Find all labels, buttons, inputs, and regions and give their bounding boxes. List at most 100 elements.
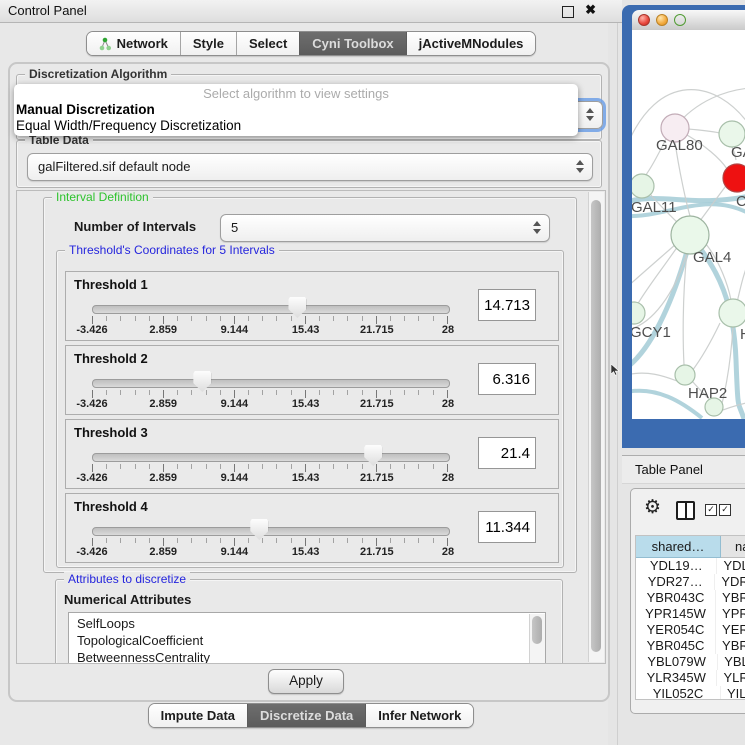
table-row[interactable]: YDR27…YDR2 <box>636 574 745 590</box>
tab-style[interactable]: Style <box>180 32 236 55</box>
dropdown-option-equal-width-frequency-discretization[interactable]: Equal Width/Frequency Discretization <box>16 118 576 134</box>
table-row[interactable]: YBR045CYBR0 <box>636 638 745 654</box>
slider-track[interactable] <box>92 527 450 536</box>
dropdown-option-manual-discretization[interactable]: Manual Discretization <box>16 102 576 118</box>
tick-label: 28 <box>442 546 454 558</box>
network-node-gal11[interactable] <box>632 174 654 198</box>
threshold-panel-3: Threshold 3-3.4262.8599.14415.4321.71528 <box>65 419 559 489</box>
checkbox-icon[interactable]: ✓ <box>705 504 717 516</box>
node-label: HAP2 <box>688 385 727 402</box>
attributes-group-label: Attributes to discretize <box>64 572 190 586</box>
table-row[interactable]: YDL19…YDL1 <box>636 558 745 574</box>
number-of-intervals-combobox[interactable]: 5 <box>220 214 550 242</box>
combo-stepper-icon <box>586 108 594 122</box>
threshold-2-value-input[interactable] <box>478 363 536 395</box>
cell-shared-name: YBR045C <box>636 638 716 654</box>
node-attribute-table: shared… na YDL19…YDL1YDR27…YDR2YBR043CYB… <box>635 535 745 700</box>
slider-ticks <box>92 316 448 324</box>
tab-select[interactable]: Select <box>236 32 299 55</box>
table-row[interactable]: YLR345WYLR3 <box>636 670 745 686</box>
threshold-3-value-input[interactable] <box>478 437 536 469</box>
tab-impute-data[interactable]: Impute Data <box>149 704 247 727</box>
table-data-combobox[interactable]: galFiltered.sif default node <box>27 153 593 181</box>
cell-shared-name: YDR27… <box>636 574 715 590</box>
attribute-item-selfloops[interactable]: SelfLoops <box>69 615 545 632</box>
close-icon[interactable]: ✖ <box>585 2 596 18</box>
tick-label: 15.43 <box>292 398 320 410</box>
table-row[interactable]: YBR043CYBR0 <box>636 590 745 606</box>
column-layout-icon[interactable] <box>676 501 695 520</box>
slider-track[interactable] <box>92 453 450 462</box>
network-node-h[interactable] <box>719 299 745 327</box>
tab-label: Impute Data <box>161 708 235 723</box>
apply-button[interactable]: Apply <box>268 669 344 694</box>
number-of-intervals-label: Number of Intervals <box>74 219 196 234</box>
threshold-1-value-input[interactable] <box>478 289 536 321</box>
attribute-item-topologicalcoefficient[interactable]: TopologicalCoefficient <box>69 632 545 649</box>
tick-label: -3.426 <box>76 546 107 558</box>
column-header-shared-name[interactable]: shared… <box>636 536 721 558</box>
cell-name: YPR1 <box>716 606 745 622</box>
tab-label: Cyni Toolbox <box>312 36 393 51</box>
tick-label: 2.859 <box>149 324 177 336</box>
checkbox-icon[interactable]: ✓ <box>719 504 731 516</box>
tab-cyni-toolbox[interactable]: Cyni Toolbox <box>299 32 405 55</box>
column-header-name[interactable]: na <box>721 536 745 558</box>
tick-label: 28 <box>442 472 454 484</box>
threshold-4-value-input[interactable] <box>478 511 536 543</box>
slider-thumb[interactable] <box>288 297 306 318</box>
slider-thumb[interactable] <box>364 445 382 466</box>
network-canvas[interactable]: GAL80GACGAL11GAL4GCY1HHAP2 <box>632 30 745 419</box>
numerical-attributes-label: Numerical Attributes <box>64 592 191 607</box>
top-tab-group: NetworkStyle Select Cyni Toolbox jActiveMNo… <box>86 31 537 56</box>
tab-network[interactable]: Network <box>87 32 180 55</box>
discretization-algorithm-label: Discretization Algorithm <box>25 67 171 81</box>
thresholds-group: Threshold's Coordinates for 5 Intervals … <box>56 250 564 568</box>
screen: Control Panel ✖ NetworkStyle Select Cyni T… <box>0 0 745 745</box>
tick-label: 21.715 <box>360 324 394 336</box>
table-row[interactable]: YIL052CYIL0 <box>636 686 745 700</box>
attribute-item-betweennesscentrality[interactable]: BetweennessCentrality <box>69 649 545 664</box>
panel-vertical-scrollbar[interactable] <box>588 192 604 662</box>
threshold-panel-1: Threshold 1-3.4262.8599.14415.4321.71528 <box>65 271 559 341</box>
tab-label: Infer Network <box>378 708 461 723</box>
settings-scroll-panel: Interval Definition Number of Intervals … <box>16 190 606 664</box>
gear-icon[interactable]: ⚙ <box>644 496 661 518</box>
network-node[interactable] <box>705 398 723 416</box>
dropdown-placeholder-option: Select algorithm to view settings <box>16 86 576 102</box>
slider-track[interactable] <box>92 305 450 314</box>
scrollbar-thumb[interactable] <box>591 200 601 652</box>
control-panel-title: Control Panel <box>8 3 87 18</box>
tick-label: 21.715 <box>360 398 394 410</box>
mac-minimize-button[interactable] <box>656 14 668 26</box>
attributes-list-scrollbar[interactable] <box>529 614 545 664</box>
network-node-c[interactable] <box>723 164 745 192</box>
slider-track[interactable] <box>92 379 450 388</box>
numerical-attributes-list[interactable]: SelfLoopsTopologicalCoefficientBetweenne… <box>68 612 546 664</box>
algorithm-dropdown-popup: Select algorithm to view settings Manual… <box>14 84 578 136</box>
tab-jactivemnodules[interactable]: jActiveMNodules <box>406 32 536 55</box>
table-row[interactable]: YER054CYER0 <box>636 622 745 638</box>
network-node-gcy1[interactable] <box>632 302 645 324</box>
control-panel-tabbar: NetworkStyle Select Cyni Toolbox jActiveMNo… <box>0 31 622 56</box>
tick-label: 28 <box>442 324 454 336</box>
thresholds-group-label: Threshold's Coordinates for 5 Intervals <box>65 243 279 257</box>
float-window-icon[interactable] <box>562 6 574 18</box>
slider-thumb[interactable] <box>250 519 268 540</box>
tab-label: Select <box>249 36 287 51</box>
cell-shared-name: YER054C <box>636 622 716 638</box>
tab-infer-network[interactable]: Infer Network <box>365 704 473 727</box>
node-label: GAL4 <box>693 249 731 266</box>
slider-thumb[interactable] <box>193 371 211 392</box>
interval-definition-label: Interval Definition <box>52 190 153 204</box>
network-node-hap2[interactable] <box>675 365 695 385</box>
cell-name: YLR3 <box>717 670 745 686</box>
cell-shared-name: YDL19… <box>636 558 717 574</box>
mac-close-button[interactable] <box>638 14 650 26</box>
threshold-label: Threshold 1 <box>74 277 148 292</box>
tab-discretize-data[interactable]: Discretize Data <box>247 704 365 727</box>
table-row[interactable]: YPR145WYPR1 <box>636 606 745 622</box>
table-row[interactable]: YBL079WYBL0 <box>636 654 745 670</box>
mac-zoom-button[interactable] <box>674 14 686 26</box>
slider-ticks <box>92 390 448 398</box>
